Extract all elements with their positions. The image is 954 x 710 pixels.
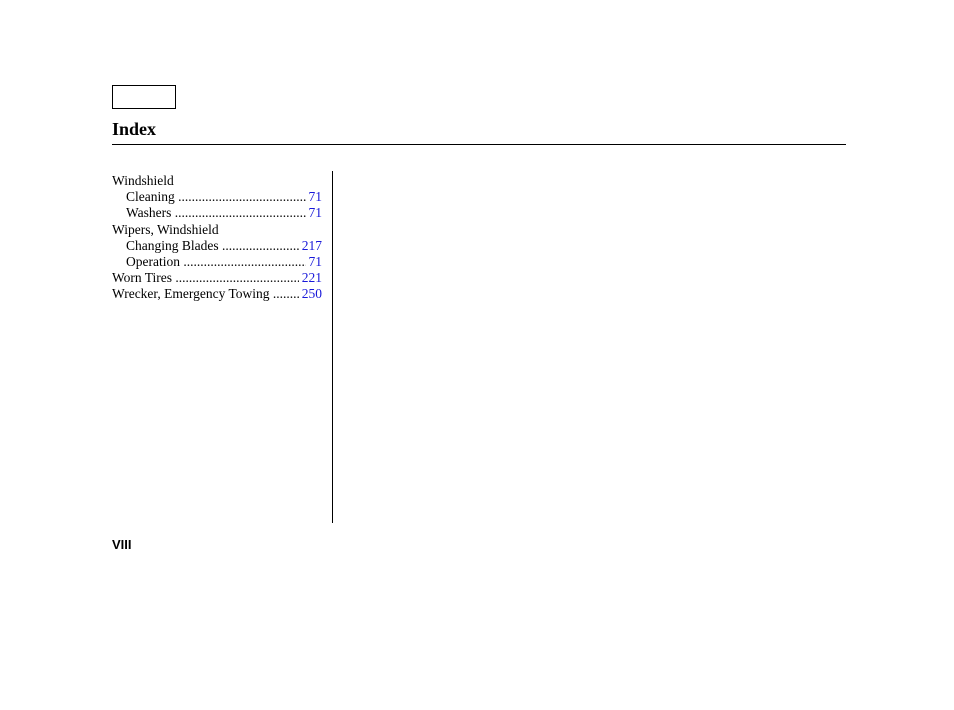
index-entry-label: Wrecker, Emergency Towing ..............… — [112, 286, 322, 301]
logo-box — [112, 85, 176, 109]
page-title: Index — [112, 119, 846, 140]
index-entry-label: Cleaning ...............................… — [126, 189, 322, 204]
index-entry: Changing Blades ........................… — [112, 238, 322, 254]
index-page-link[interactable]: 217 — [299, 238, 322, 254]
index-entry: Windshield — [112, 173, 322, 189]
index-columns: WindshieldCleaning .....................… — [112, 173, 846, 303]
index-entry-label: Windshield — [112, 173, 174, 188]
index-page-link[interactable]: 71 — [306, 189, 323, 205]
index-page-link[interactable]: 71 — [306, 254, 323, 270]
index-page-link[interactable]: 221 — [299, 270, 322, 286]
index-entry-label: Changing Blades ........................… — [126, 238, 322, 253]
index-entry: Washers ................................… — [112, 205, 322, 221]
index-page-link[interactable]: 71 — [306, 205, 323, 221]
index-entry: Worn Tires .............................… — [112, 270, 322, 286]
index-entry-label: Wipers, Windshield — [112, 222, 219, 237]
page-number: VIII — [112, 537, 132, 552]
index-entry: Wrecker, Emergency Towing ..............… — [112, 286, 322, 302]
index-entry: Operation ..............................… — [112, 254, 322, 270]
title-rule — [112, 144, 846, 145]
column-divider — [332, 171, 333, 523]
index-entry-label: Worn Tires .............................… — [112, 270, 322, 285]
index-entry-label: Washers ................................… — [126, 205, 322, 220]
index-entry: Cleaning ...............................… — [112, 189, 322, 205]
index-column-1: WindshieldCleaning .....................… — [112, 173, 322, 303]
index-entry: Wipers, Windshield — [112, 222, 322, 238]
index-entry-label: Operation ..............................… — [126, 254, 322, 269]
index-page-link[interactable]: 250 — [299, 286, 322, 302]
